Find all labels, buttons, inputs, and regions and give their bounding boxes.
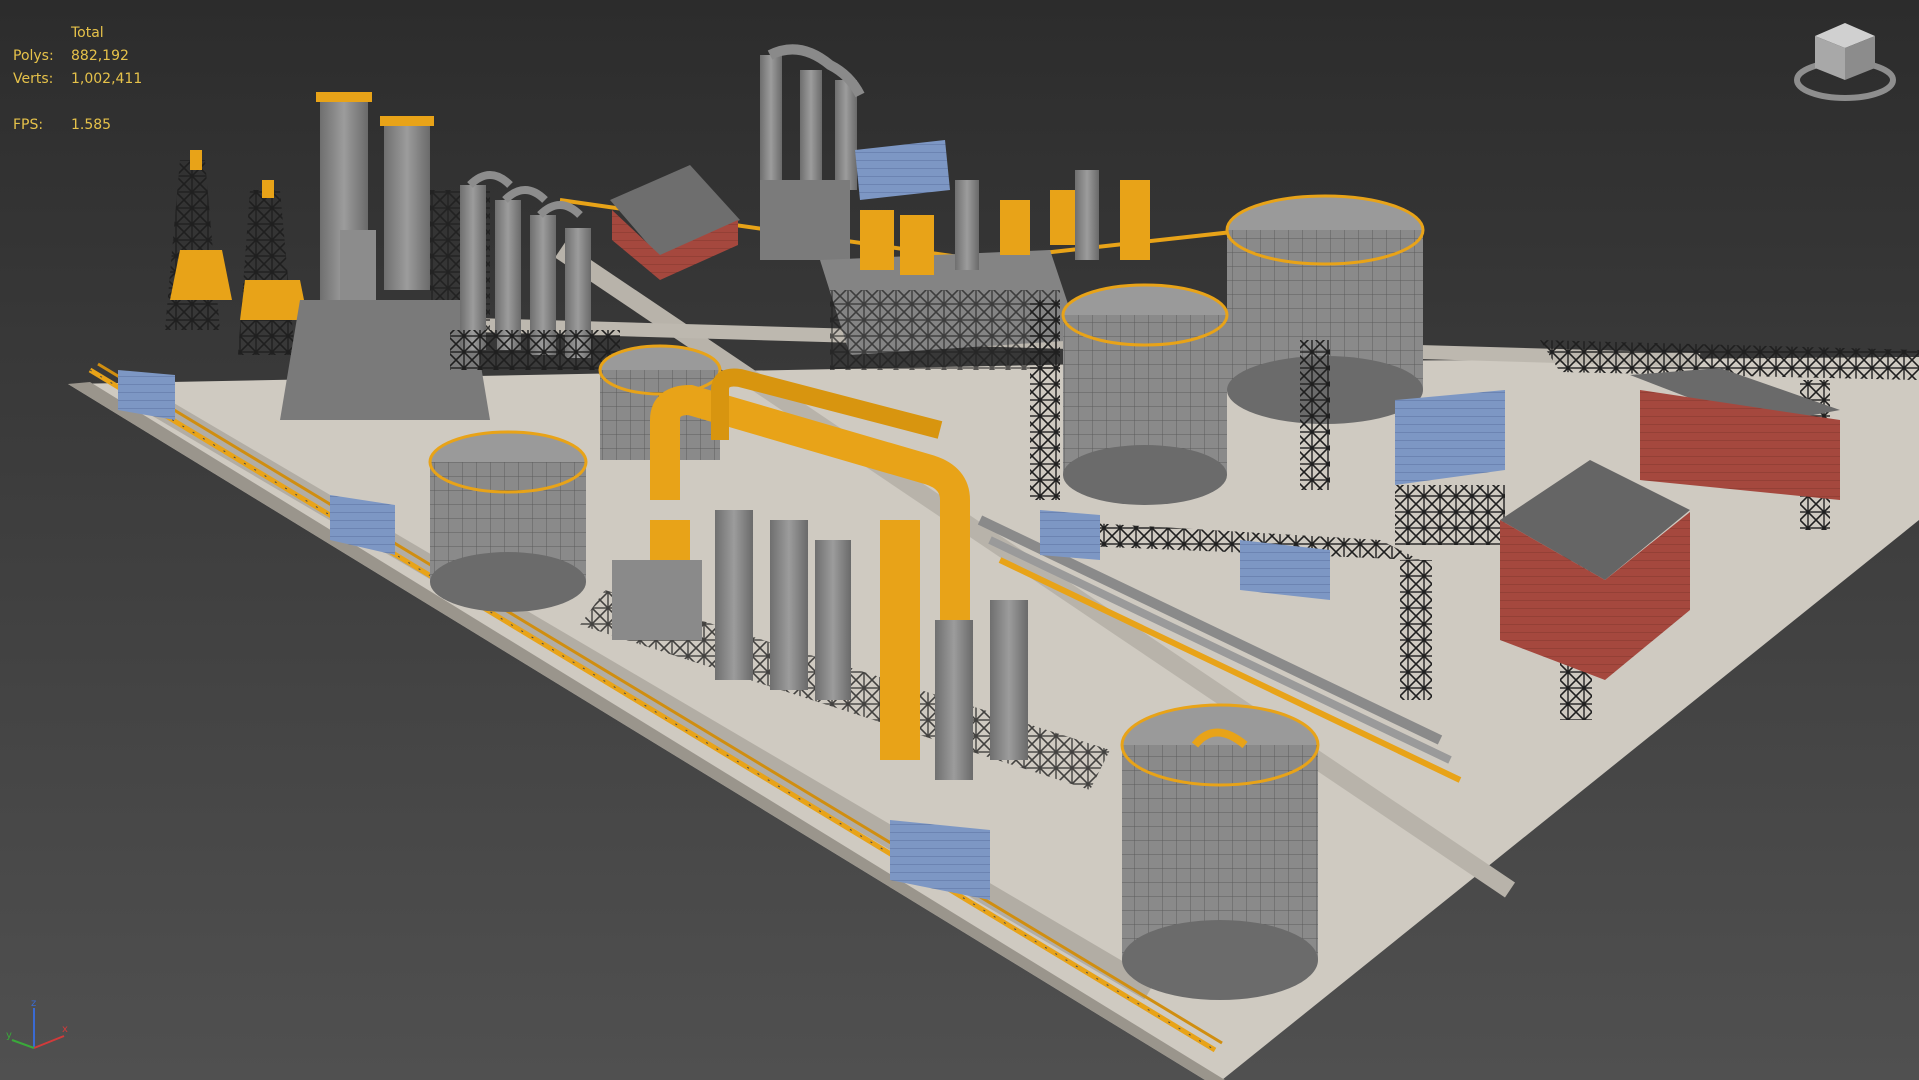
verts-label: Verts:: [13, 71, 54, 87]
chimney-stacks: [280, 92, 490, 420]
stats-header: Total: [71, 25, 104, 41]
axis-y-label: y: [6, 1030, 12, 1041]
blue-cooling-unit: [1395, 390, 1505, 545]
fps-label: FPS:: [13, 117, 44, 133]
polys-label: Polys:: [13, 48, 54, 64]
derrick-towers: [165, 150, 308, 355]
fps-value: 1.585: [71, 117, 112, 133]
axis-x-label: x: [62, 1024, 68, 1035]
verts-value: 1,002,411: [71, 71, 143, 87]
polys-value: 882,192: [71, 48, 129, 64]
axis-z-label: z: [31, 998, 36, 1009]
industrial-plant-scene[interactable]: [0, 0, 1919, 1080]
3d-viewport[interactable]: Total Polys: 882,192 Verts: 1,002,411 FP…: [0, 0, 1919, 1080]
axis-tripod-icon: z x y: [6, 998, 68, 1049]
brick-building-north: [610, 165, 740, 280]
viewcube-icon[interactable]: [1790, 18, 1900, 108]
